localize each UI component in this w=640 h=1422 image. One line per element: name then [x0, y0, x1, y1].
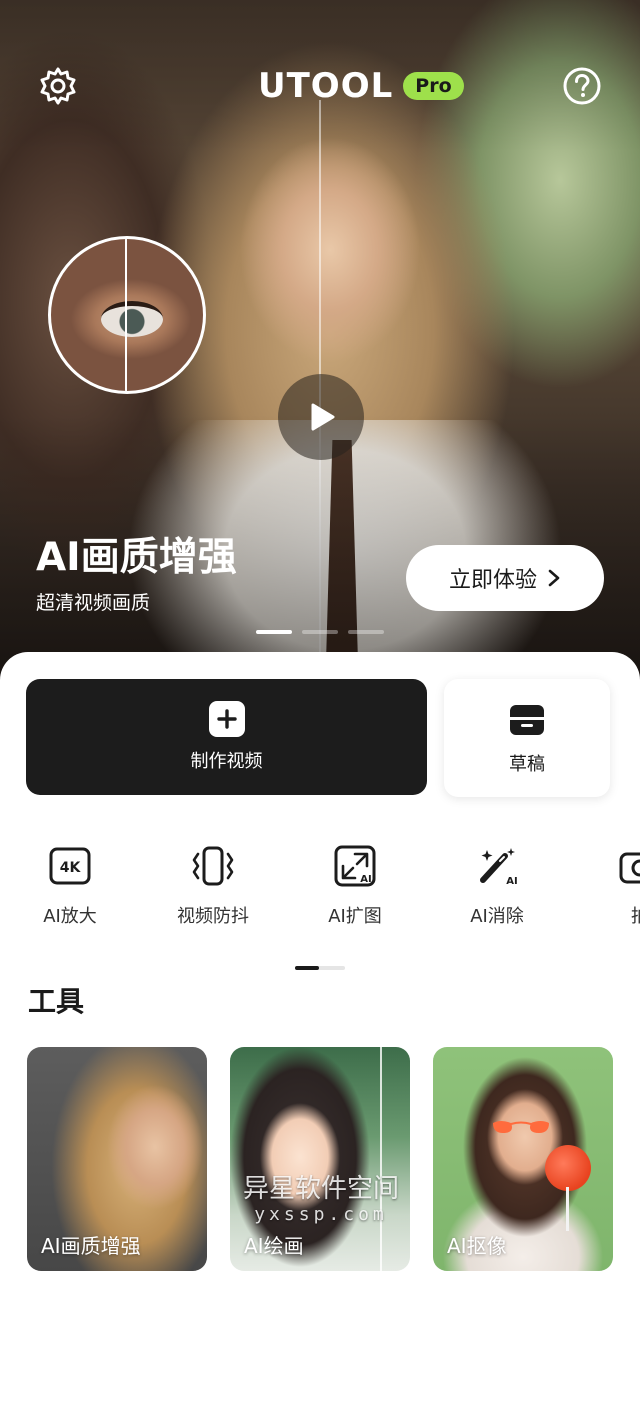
tool-card-ai-enhance[interactable]: AI画质增强 — [27, 1047, 207, 1271]
svg-text:AI: AI — [506, 876, 517, 887]
try-now-label: 立即体验 — [448, 567, 537, 592]
expand-image-icon: AI — [333, 844, 377, 888]
make-video-label: 制作视频 — [190, 751, 263, 772]
app-logo: UTOOL Pro — [258, 66, 464, 106]
try-now-button[interactable]: 立即体验 — [406, 545, 604, 611]
play-icon — [311, 403, 335, 431]
logo-text: UTOOL — [258, 66, 394, 106]
hero-subtitle: 超清视频画质 — [36, 592, 151, 614]
help-button[interactable] — [562, 66, 602, 106]
sunglasses-graphic — [493, 1121, 549, 1133]
hero-banner[interactable]: UTOOL Pro AI画质增强 超清视频画质 立即体验 — [0, 0, 640, 690]
watermark-url: yxssp.com — [254, 1204, 388, 1225]
chevron-right-icon — [548, 569, 560, 587]
main-panel: 制作视频 草稿 4K AI放大 视频防抖 AI AI扩图 AI AI消除 工具 … — [0, 652, 640, 1422]
feature-label: AI扩图 — [328, 906, 382, 927]
stabilize-icon — [191, 844, 235, 888]
feature-stabilize[interactable]: 视频防抖 — [143, 844, 283, 928]
svg-text:4K: 4K — [60, 860, 82, 876]
hero-title: AI画质增强 — [36, 535, 237, 580]
feature-label: AI放大 — [43, 906, 97, 927]
carousel-dot[interactable] — [256, 630, 292, 634]
gear-icon — [40, 67, 76, 105]
carousel-indicator — [256, 630, 384, 634]
feature-label: AI消除 — [470, 906, 524, 927]
watermark-text: 异星软件空间 — [242, 1174, 399, 1204]
zoom-magnifier — [48, 236, 206, 394]
feature-label: 视频防抖 — [177, 906, 249, 927]
make-video-button[interactable]: 制作视频 — [26, 679, 427, 795]
drafts-label: 草稿 — [509, 754, 545, 775]
4k-icon: 4K — [48, 844, 92, 888]
carousel-dot[interactable] — [302, 630, 338, 634]
settings-button[interactable] — [38, 66, 78, 106]
feature-camera[interactable]: 拍 — [570, 844, 640, 928]
magic-wand-icon: AI — [475, 844, 519, 888]
tool-card-label: AI绘画 — [244, 1234, 304, 1258]
feature-ai-erase[interactable]: AI AI消除 — [427, 844, 567, 928]
pro-badge: Pro — [403, 72, 464, 100]
feature-ai-upscale[interactable]: 4K AI放大 — [0, 844, 140, 928]
play-button[interactable] — [278, 374, 364, 460]
zoom-eye-detail — [101, 301, 163, 337]
tool-card-ai-painting[interactable]: AI绘画 — [230, 1047, 410, 1271]
zoom-divider — [125, 239, 127, 391]
camera-icon — [618, 844, 640, 888]
lollipop-graphic — [545, 1145, 591, 1191]
plus-icon — [208, 701, 245, 737]
feature-label: 拍 — [631, 902, 640, 928]
question-icon — [563, 67, 601, 105]
feature-carousel[interactable]: 4K AI放大 视频防抖 AI AI扩图 AI AI消除 — [0, 844, 640, 940]
svg-text:AI: AI — [360, 874, 371, 885]
drafts-box-icon — [510, 705, 544, 735]
carousel-dot[interactable] — [348, 630, 384, 634]
scroll-thumb — [295, 966, 319, 970]
tool-card-label: AI画质增强 — [41, 1234, 141, 1258]
lollipop-stick — [566, 1187, 569, 1231]
tools-section-title: 工具 — [28, 985, 85, 1018]
feature-scroll-indicator — [295, 966, 345, 970]
before-after-divider — [380, 1047, 382, 1271]
tool-card-label: AI抠像 — [447, 1234, 507, 1258]
tool-card-ai-cutout[interactable]: AI抠像 — [433, 1047, 613, 1271]
drafts-button[interactable]: 草稿 — [444, 679, 610, 797]
feature-ai-expand[interactable]: AI AI扩图 — [285, 844, 425, 928]
